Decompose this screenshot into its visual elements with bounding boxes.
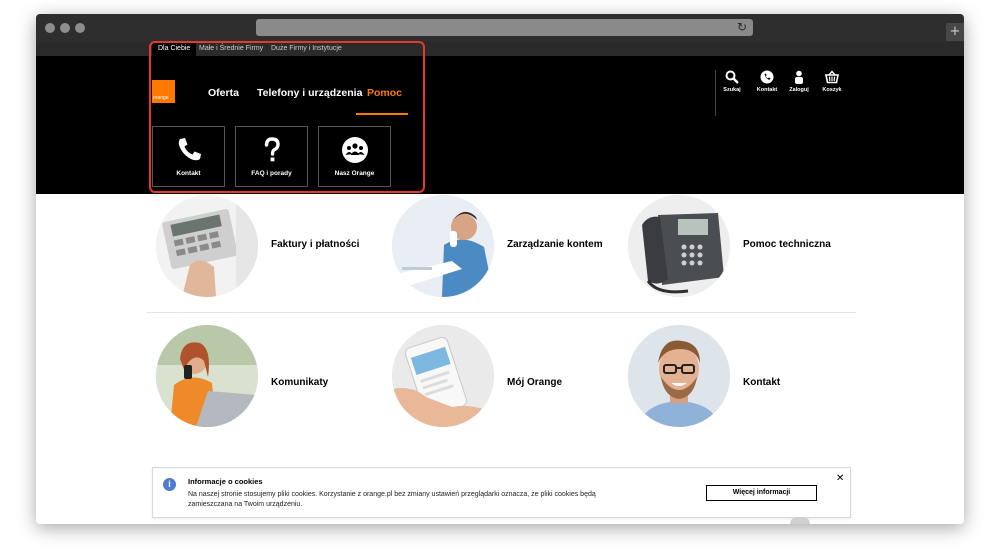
search-link[interactable]: Szukaj [714,70,750,93]
desk-phone-photo [628,195,730,297]
calculator-photo [156,195,258,297]
woman-laptop-photo [156,325,258,427]
new-tab-button[interactable]: + [946,23,964,41]
login-link[interactable]: Zaloguj [781,70,817,93]
minimize-window-dot[interactable] [60,23,70,33]
card-faktury-title: Faktury i płatności [271,239,360,250]
zoom-window-dot[interactable] [75,23,85,33]
card-faktury[interactable]: Faktury i płatności [156,195,376,299]
close-window-dot[interactable] [45,23,55,33]
cart-label: Koszyk [822,87,842,93]
contact-label: Kontakt [756,87,778,93]
man-on-phone-photo [392,195,494,297]
card-komunikaty[interactable]: Komunikaty [156,325,376,429]
card-komunikaty-title: Komunikaty [271,377,329,388]
phone-bubble-icon [760,70,774,84]
search-icon [725,70,739,84]
login-label: Zaloguj [789,87,809,93]
address-bar[interactable]: ↻ [256,19,753,36]
user-icon [795,70,803,84]
close-icon[interactable]: ✕ [836,473,844,484]
scroll-to-top-tab[interactable] [790,517,810,524]
browser-window: ↻ + Dla Ciebie Małe i Średnie Firmy Duże… [36,14,964,524]
row-divider [146,312,856,313]
cookie-banner: i Informacje o cookies Na naszej stronie… [152,467,851,518]
smiling-man-photo [628,325,730,427]
reload-icon[interactable]: ↻ [737,20,747,34]
card-pomoc-techniczna-title: Pomoc techniczna [743,239,831,250]
cart-link[interactable]: Koszyk [814,70,850,93]
basket-icon [825,70,839,84]
browser-titlebar: ↻ + [36,14,964,42]
contact-link[interactable]: Kontakt [749,70,785,93]
info-icon: i [163,478,176,491]
cookie-title: Informacje o cookies [188,477,263,486]
menu-highlight-outline [149,41,425,193]
card-pomoc-techniczna[interactable]: Pomoc techniczna [628,195,858,299]
card-zarzadzanie[interactable]: Zarządzanie kontem [392,195,622,299]
search-label: Szukaj [723,87,741,93]
card-kontakt[interactable]: Kontakt [628,325,858,429]
more-info-button[interactable]: Więcej informacji [706,485,817,501]
card-moj-orange[interactable]: Mój Orange [392,325,622,429]
card-moj-orange-title: Mój Orange [507,377,563,388]
smartphone-photo [392,325,494,427]
card-zarzadzanie-title: Zarządzanie kontem [507,239,603,250]
cookie-text: Na naszej stronie stosujemy pliki cookie… [188,491,596,508]
card-kontakt-title: Kontakt [743,377,781,388]
